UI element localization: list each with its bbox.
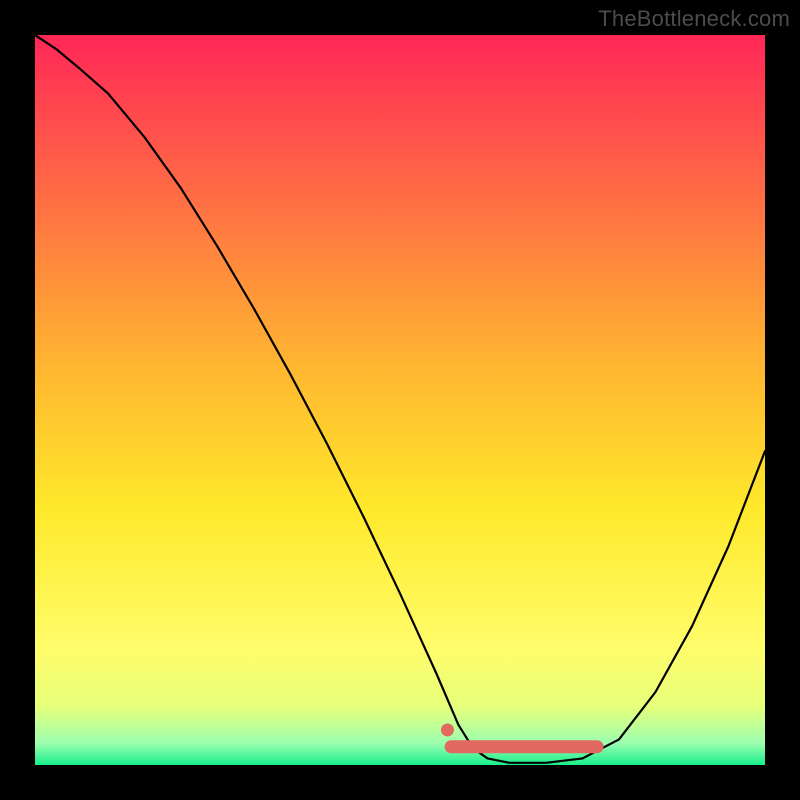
watermark-text: TheBottleneck.com	[598, 6, 790, 32]
gradient-background	[35, 35, 765, 765]
chart-svg	[35, 35, 765, 765]
chart-container: TheBottleneck.com	[0, 0, 800, 800]
plot-area	[35, 35, 765, 765]
highlight-start-dot	[441, 723, 454, 736]
